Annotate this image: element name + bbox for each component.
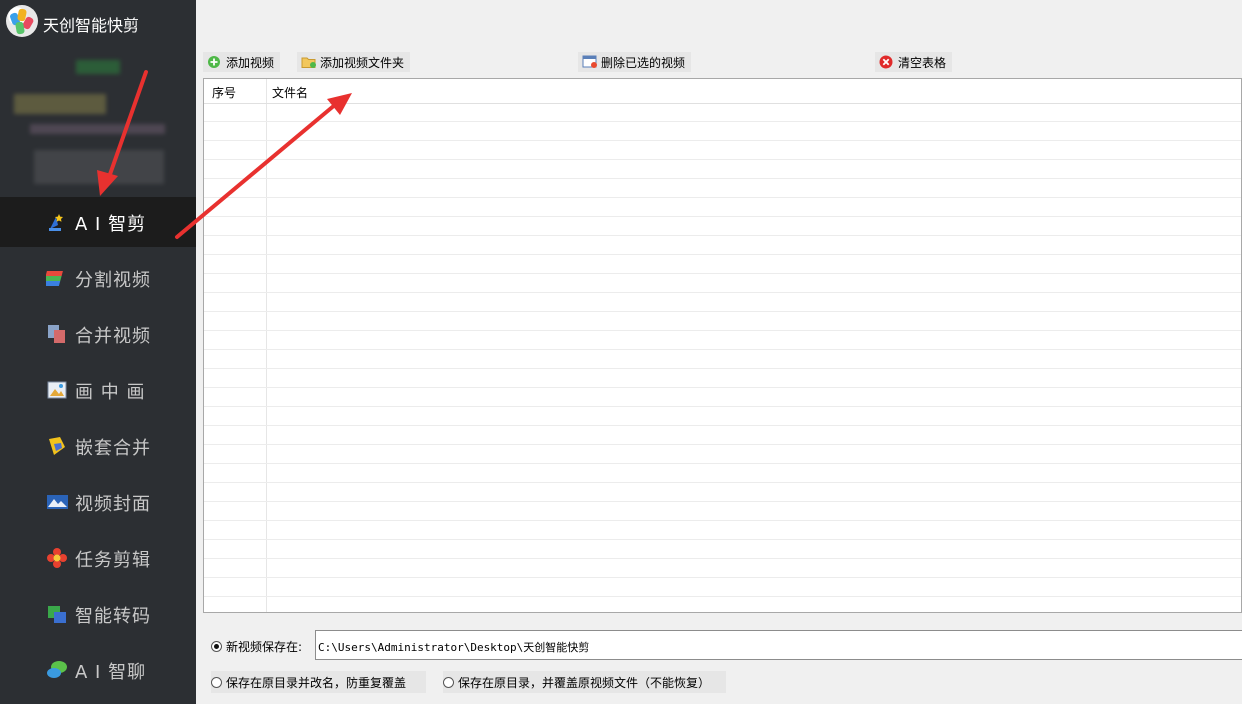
video-cover-icon <box>46 491 68 513</box>
ai-cut-icon <box>46 211 68 233</box>
file-table[interactable]: 序号 文件名 <box>203 78 1242 613</box>
obscured-banner <box>34 150 164 184</box>
clear-icon <box>879 55 893 69</box>
save-new-radio[interactable] <box>211 640 222 652</box>
table-row[interactable] <box>204 407 1241 426</box>
table-row[interactable] <box>204 198 1241 217</box>
table-row[interactable] <box>204 236 1241 255</box>
sidebar-item-label: 视频封面 <box>75 494 151 515</box>
column-header-filename[interactable]: 文件名 <box>272 84 308 101</box>
table-row[interactable] <box>204 331 1241 350</box>
overwrite-option[interactable]: 保存在原目录，并覆盖原视频文件（不能恢复） <box>443 671 727 693</box>
add-folder-label: 添加视频文件夹 <box>320 55 405 70</box>
table-row[interactable] <box>204 369 1241 388</box>
table-row[interactable] <box>204 350 1241 369</box>
add-circle-icon <box>207 55 221 69</box>
table-row[interactable] <box>204 521 1241 540</box>
table-row[interactable] <box>204 122 1241 141</box>
clear-table-button[interactable]: 清空表格 <box>875 52 953 72</box>
table-row[interactable] <box>204 274 1241 293</box>
output-path-field[interactable]: C:\Users\Administrator\Desktop\天创智能快剪 <box>315 630 1242 660</box>
table-row[interactable] <box>204 426 1241 445</box>
app-logo <box>6 5 38 37</box>
split-video-icon <box>42 267 68 289</box>
table-row[interactable] <box>204 388 1241 407</box>
table-row[interactable] <box>204 179 1241 198</box>
table-row[interactable] <box>204 255 1241 274</box>
table-row[interactable] <box>204 141 1241 160</box>
ai-chat-icon <box>46 659 68 681</box>
sidebar-item-label: 嵌套合并 <box>75 438 151 459</box>
sidebar-item-split-video[interactable]: 分割视频 <box>0 253 196 303</box>
task-edit-icon <box>46 547 68 569</box>
sidebar-item-picture-in-picture[interactable]: 画 中 画 <box>0 365 196 415</box>
sidebar-item-ai-chat[interactable]: A I 智聊 <box>0 645 196 695</box>
overwrite-radio[interactable] <box>443 676 454 688</box>
table-row[interactable] <box>204 160 1241 179</box>
sidebar-item-label: A I 智剪 <box>75 214 147 235</box>
table-row[interactable] <box>204 103 1241 122</box>
sidebar-item-label: A I 智聊 <box>75 662 147 683</box>
delete-window-icon <box>582 55 597 69</box>
sidebar-item-video-cover[interactable]: 视频封面 <box>0 477 196 527</box>
folder-add-icon <box>301 55 316 69</box>
table-header: 序号 文件名 <box>204 79 1241 104</box>
table-row[interactable] <box>204 597 1241 612</box>
sidebar-item-label: 画 中 画 <box>75 382 146 403</box>
sidebar-item-label: 智能转码 <box>75 606 151 627</box>
table-row[interactable] <box>204 578 1241 597</box>
sidebar-item-task-edit[interactable]: 任务剪辑 <box>0 533 196 583</box>
obscured-banner <box>30 124 165 134</box>
add-video-label: 添加视频 <box>226 55 275 70</box>
table-row[interactable] <box>204 293 1241 312</box>
save-rename-option[interactable]: 保存在原目录并改名，防重复覆盖 <box>211 671 427 693</box>
brand: 天创智能快剪 <box>0 0 196 44</box>
add-folder-button[interactable]: 添加视频文件夹 <box>297 52 411 72</box>
sidebar-item-label: 任务剪辑 <box>75 550 151 571</box>
app-title: 天创智能快剪 <box>43 16 140 35</box>
table-row[interactable] <box>204 559 1241 578</box>
sidebar-item-merge-video[interactable]: 合并视频 <box>0 309 196 359</box>
sidebar: 天创智能快剪 A I 智剪 分割视频 合并视频 画 中 画 嵌套合并 视频封面 … <box>0 0 196 704</box>
nested-merge-icon <box>46 435 68 457</box>
sidebar-item-transcode[interactable]: 智能转码 <box>0 589 196 639</box>
table-row[interactable] <box>204 502 1241 521</box>
sidebar-item-label: 分割视频 <box>75 270 151 291</box>
delete-selected-label: 删除已选的视频 <box>601 55 686 70</box>
picture-in-picture-icon <box>46 379 68 401</box>
obscured-banner <box>14 94 106 114</box>
column-header-index[interactable]: 序号 <box>212 84 236 101</box>
save-rename-radio[interactable] <box>211 676 222 688</box>
table-row[interactable] <box>204 312 1241 331</box>
overwrite-label: 保存在原目录，并覆盖原视频文件（不能恢复） <box>458 675 711 690</box>
delete-selected-button[interactable]: 删除已选的视频 <box>578 52 692 72</box>
transcode-icon <box>46 603 68 625</box>
save-new-label: 新视频保存在: <box>226 639 303 654</box>
merge-video-icon <box>46 323 68 345</box>
obscured-banner <box>76 60 120 74</box>
table-row[interactable] <box>204 445 1241 464</box>
save-new-option[interactable]: 新视频保存在: <box>211 635 302 657</box>
clear-table-label: 清空表格 <box>898 55 947 70</box>
table-row[interactable] <box>204 464 1241 483</box>
table-row[interactable] <box>204 217 1241 236</box>
add-video-button[interactable]: 添加视频 <box>203 52 281 72</box>
sidebar-item-ai-cut[interactable]: A I 智剪 <box>0 197 196 247</box>
sidebar-item-nested-merge[interactable]: 嵌套合并 <box>0 421 196 471</box>
table-row[interactable] <box>204 483 1241 502</box>
sidebar-item-label: 合并视频 <box>75 326 151 347</box>
save-rename-label: 保存在原目录并改名，防重复覆盖 <box>226 675 407 690</box>
table-row[interactable] <box>204 540 1241 559</box>
